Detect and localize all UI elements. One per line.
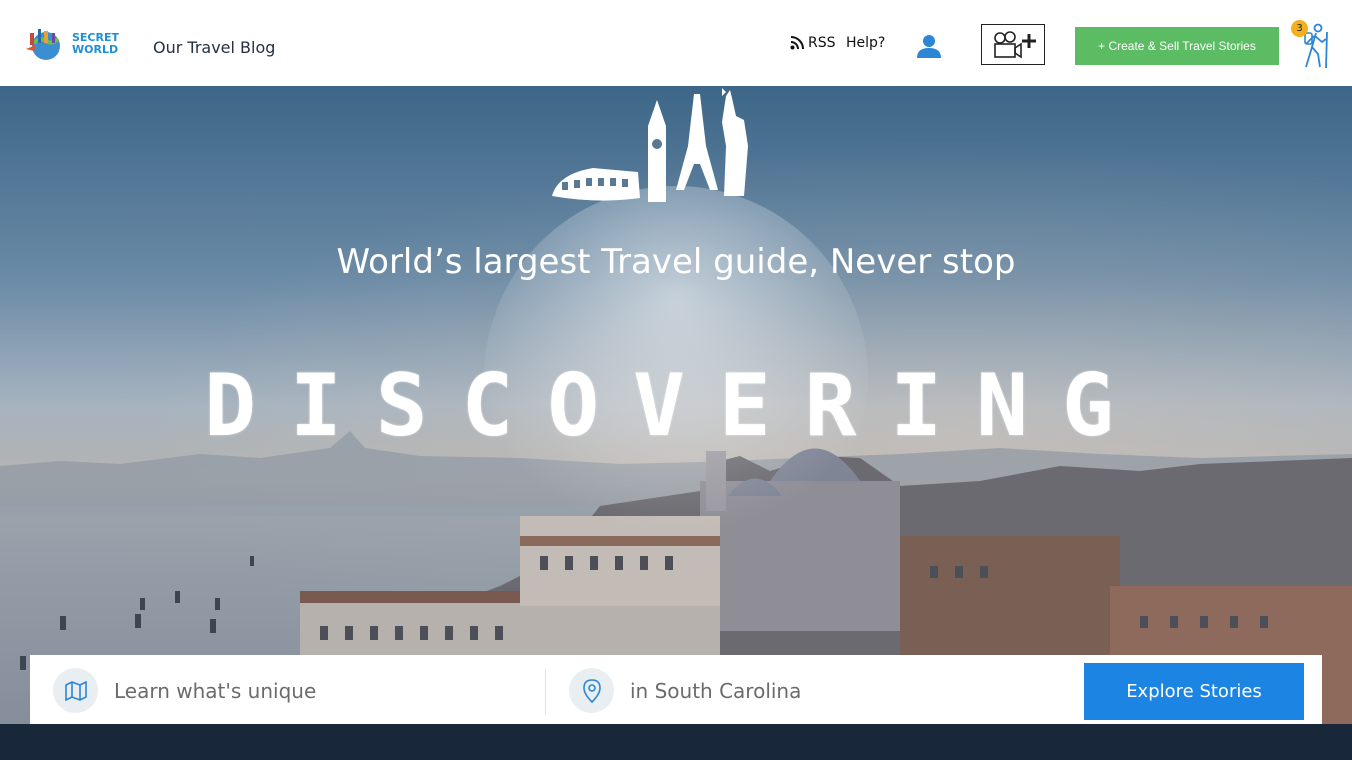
user-icon[interactable] bbox=[916, 33, 942, 59]
site-header: SECRET WORLD Our Travel Blog RSS Help? +… bbox=[0, 0, 1352, 86]
video-add-icon bbox=[994, 30, 1036, 58]
travel-blog-link[interactable]: Our Travel Blog bbox=[153, 38, 275, 57]
rss-link[interactable]: RSS bbox=[790, 35, 836, 51]
hero-banner: World’s largest Travel guide, Never stop… bbox=[0, 86, 1352, 724]
search-divider bbox=[545, 669, 546, 715]
rss-icon bbox=[790, 36, 804, 50]
logo-line-2: WORLD bbox=[72, 43, 119, 56]
create-sell-stories-button[interactable]: + Create & Sell Travel Stories bbox=[1075, 27, 1279, 65]
location-pin-icon bbox=[569, 668, 614, 713]
globe-logo-icon bbox=[24, 27, 70, 61]
add-video-button[interactable] bbox=[981, 24, 1045, 65]
explore-stories-button[interactable]: Explore Stories bbox=[1084, 663, 1304, 720]
what-search-input[interactable] bbox=[114, 671, 534, 711]
location-search-input[interactable] bbox=[630, 671, 1070, 711]
rss-label: RSS bbox=[808, 35, 836, 51]
notification-badge: 3 bbox=[1291, 20, 1308, 37]
footer-strip bbox=[0, 724, 1352, 760]
map-icon bbox=[53, 668, 98, 713]
hero-headline: DISCOVERING bbox=[204, 356, 1148, 456]
world-landmarks-icon bbox=[552, 88, 748, 202]
site-logo[interactable]: SECRET WORLD bbox=[24, 26, 126, 62]
logo-text: SECRET WORLD bbox=[72, 32, 119, 56]
search-bar: Explore Stories bbox=[30, 655, 1322, 730]
help-link[interactable]: Help? bbox=[846, 35, 885, 51]
hero-tagline: World’s largest Travel guide, Never stop bbox=[336, 242, 1016, 282]
